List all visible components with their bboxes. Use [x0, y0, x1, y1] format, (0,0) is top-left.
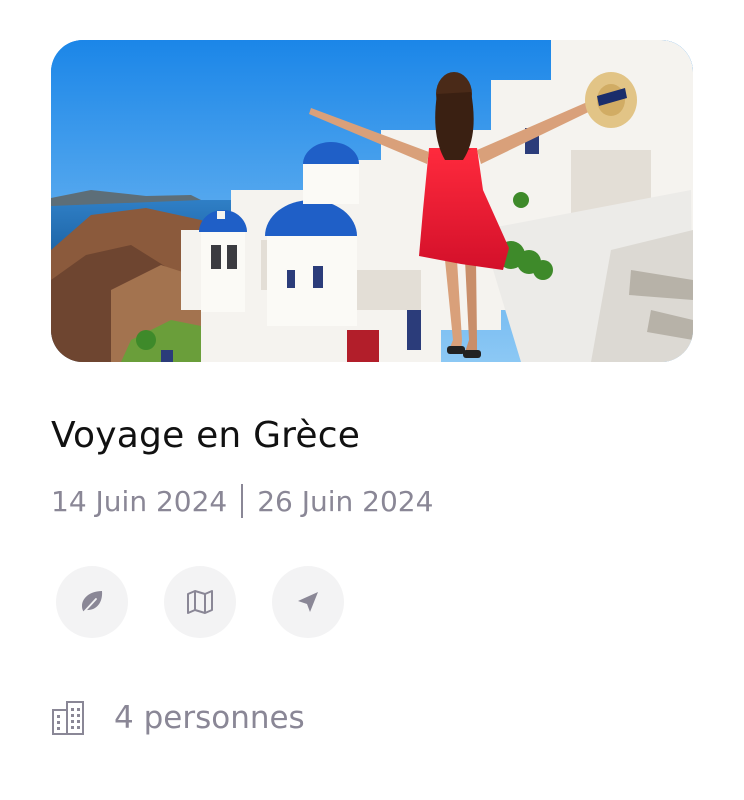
send-button[interactable] [272, 566, 344, 638]
date-separator [241, 484, 244, 518]
trip-people: 4 personnes [51, 694, 305, 742]
end-date: 26 Juin 2024 [257, 484, 434, 518]
start-date: 14 Juin 2024 [51, 484, 228, 518]
building-icon [51, 700, 85, 736]
leaf-button[interactable] [56, 566, 128, 638]
trip-title: Voyage en Grèce [51, 415, 361, 456]
trip-hero-image[interactable] [51, 40, 693, 362]
people-count: 4 personnes [114, 700, 305, 736]
trip-actions [56, 566, 344, 638]
santorini-illustration [51, 40, 693, 362]
map-icon [187, 590, 213, 614]
trip-card[interactable]: Voyage en Grèce 14 Juin 2024 26 Juin 202… [0, 0, 744, 800]
map-button[interactable] [164, 566, 236, 638]
trip-dates: 14 Juin 2024 26 Juin 2024 [51, 483, 433, 519]
leaf-icon [82, 591, 103, 613]
send-icon [298, 592, 318, 612]
